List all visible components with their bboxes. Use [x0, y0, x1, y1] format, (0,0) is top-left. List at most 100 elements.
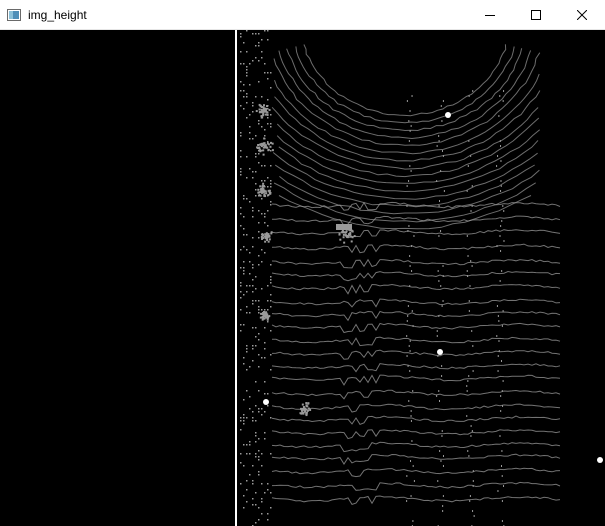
wall-point	[270, 306, 272, 308]
wall-point	[255, 57, 257, 59]
wall-point	[264, 213, 266, 215]
wall-point	[261, 57, 263, 59]
column-point	[501, 465, 503, 467]
wall-point	[246, 66, 248, 68]
wall-point	[243, 507, 245, 509]
wall-point	[261, 408, 263, 410]
wall-point	[255, 195, 257, 197]
object-point	[269, 192, 272, 195]
wall-point	[252, 417, 254, 419]
column-point	[442, 505, 444, 507]
wall-point	[243, 198, 245, 200]
wall-point	[240, 420, 242, 422]
wall-point	[270, 126, 272, 128]
object-point	[266, 105, 269, 108]
column-point	[467, 255, 469, 257]
column-point	[407, 305, 409, 307]
wall-point	[270, 201, 272, 203]
column-point	[500, 360, 502, 362]
object-point	[267, 316, 270, 319]
object-point	[264, 144, 267, 147]
column-point	[410, 415, 412, 417]
column-point	[407, 230, 409, 232]
wall-point	[252, 483, 254, 485]
wall-point	[249, 312, 251, 314]
wall-point	[243, 84, 245, 86]
wall-point	[267, 393, 269, 395]
wall-point	[243, 63, 245, 65]
column-point	[497, 355, 499, 357]
column-point	[442, 265, 444, 267]
wall-point	[252, 210, 254, 212]
object-point	[263, 194, 266, 197]
column-point	[470, 155, 472, 157]
column-point	[438, 400, 440, 402]
wall-point	[261, 465, 263, 467]
object-point	[261, 110, 264, 113]
wall-point	[252, 498, 254, 500]
column-point	[412, 520, 414, 522]
image-canvas[interactable]	[0, 30, 605, 526]
maximize-button[interactable]	[513, 0, 559, 30]
column-point	[409, 285, 411, 287]
wall-point	[258, 366, 260, 368]
wall-point	[258, 507, 260, 509]
column-point	[413, 235, 415, 237]
column-point	[409, 370, 411, 372]
wall-point	[267, 186, 269, 188]
wall-point	[246, 72, 248, 74]
wall-point	[255, 336, 257, 338]
column-point	[471, 205, 473, 207]
column-point	[436, 330, 438, 332]
column-point	[469, 285, 471, 287]
column-point	[498, 320, 500, 322]
column-point	[466, 190, 468, 192]
wall-point	[243, 246, 245, 248]
wall-point	[252, 267, 254, 269]
wall-point	[261, 513, 263, 515]
wall-point	[249, 132, 251, 134]
column-point	[411, 440, 413, 442]
wall-point	[255, 405, 257, 407]
close-icon	[577, 9, 587, 20]
wall-point	[270, 330, 272, 332]
wall-point	[258, 519, 260, 521]
column-point	[497, 155, 499, 157]
title-bar[interactable]: img_height	[0, 0, 605, 30]
column-point	[441, 150, 443, 152]
wall-point	[264, 327, 266, 329]
wall-point	[246, 489, 248, 491]
wall-point	[261, 414, 263, 416]
column-point	[406, 335, 408, 337]
column-point	[466, 390, 468, 392]
wall-point	[258, 312, 260, 314]
close-button[interactable]	[559, 0, 605, 30]
wall-point	[252, 207, 254, 209]
column-point	[406, 320, 408, 322]
wall-point	[261, 51, 263, 53]
bright-point	[445, 112, 451, 118]
object-point	[342, 236, 345, 239]
object-point	[305, 402, 308, 405]
column-point	[500, 185, 502, 187]
column-point	[471, 185, 473, 187]
wall-point	[264, 381, 266, 383]
column-point	[501, 270, 503, 272]
column-point	[468, 375, 470, 377]
wall-point	[243, 42, 245, 44]
minimize-button[interactable]	[467, 0, 513, 30]
wall-point	[255, 171, 257, 173]
vehicle-roof	[336, 224, 352, 230]
column-point	[469, 495, 471, 497]
wall-point	[258, 459, 260, 461]
object-point	[271, 149, 274, 152]
wall-point	[240, 207, 242, 209]
wall-point	[249, 408, 251, 410]
wall-point	[258, 450, 260, 452]
wall-point	[255, 492, 257, 494]
wall-point	[267, 117, 269, 119]
wall-point	[249, 168, 251, 170]
wall-point	[264, 492, 266, 494]
wall-point	[270, 72, 272, 74]
wall-point	[243, 261, 245, 263]
